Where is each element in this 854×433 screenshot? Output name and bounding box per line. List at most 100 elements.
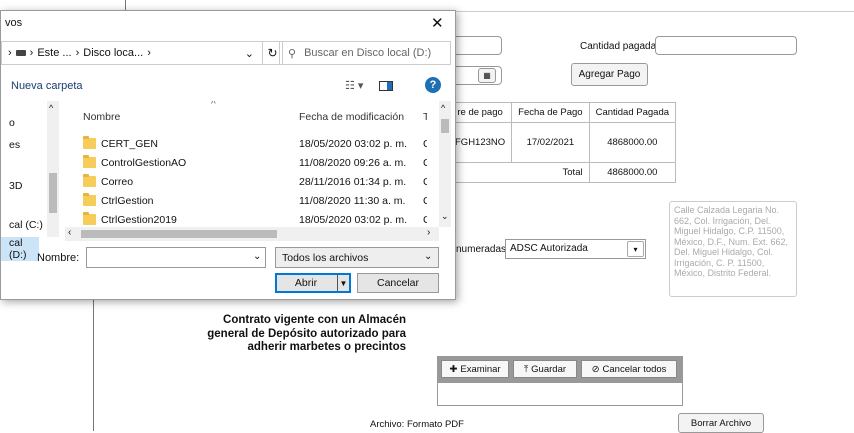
adsc-value: ADSC Autorizada [510,243,588,254]
file-row[interactable]: CtrlGestion 11/08/2020 11:30 a. m. C [71,192,427,211]
horizontal-scrollbar[interactable]: ‹ › [65,227,439,241]
file-row[interactable]: ControlGestionAO 11/08/2020 09:26 a. m. … [71,154,427,173]
file-type: C [423,214,427,226]
search-input[interactable]: ⚲ Buscar en Disco local (D:) [279,41,451,65]
guardar-label: Guardar [531,363,567,375]
scroll-thumb[interactable] [441,119,449,133]
filename-label: Nombre: [37,252,80,264]
chevron-down-icon[interactable]: ▾ [627,241,644,257]
cancelar-todos-button[interactable]: ⊘ Cancelar todos [581,360,677,378]
examinar-label: Examinar [460,363,501,375]
command-bar: Nueva carpeta ☷ ▾ ? [1,73,457,99]
table-cell: 17/02/2021 [511,122,590,163]
search-icon: ⚲ [288,47,297,60]
table-cell: 4868000.00 [588,122,677,163]
file-drop-area[interactable] [437,382,683,406]
address-bar[interactable]: › › Este ... › Disco loca... › ⌄ [1,41,263,65]
cancelar-todos-label: Cancelar todos [602,363,667,375]
chevron-right-icon: › [29,47,34,59]
chevron-right-icon[interactable]: › [427,227,430,238]
chevron-down-icon[interactable]: ⌄ [253,251,261,262]
divider-line [455,11,854,12]
file-open-dialog: vos ✕ › › Este ... › Disco loca... › ⌄ ↻… [0,10,456,300]
chevron-up-icon[interactable]: ^ [49,103,53,113]
folder-icon [83,212,96,225]
cancel-button[interactable]: Cancelar [357,273,439,293]
back-arrow-icon[interactable]: › [8,47,12,59]
cancel-icon: ⊘ [591,363,600,375]
table-header: Fecha de Pago [511,102,590,123]
address-textarea[interactable]: Calle Calzada Legaria No. 662, Col. Irri… [669,201,797,297]
borrar-archivo-button[interactable]: Borrar Archivo [678,413,764,433]
file-list-scrollbar[interactable]: ^ ⌄ [439,101,451,227]
chevron-right-icon: › [75,47,80,59]
total-value: 4868000.00 [588,162,677,183]
open-label: Abrir [294,277,318,289]
nav-item[interactable]: o [9,117,15,129]
agregar-pago-button[interactable]: Agregar Pago [571,63,648,86]
chevron-down-icon: ⌄ [424,251,433,262]
file-date: 28/11/2016 01:34 p. m. [299,176,407,188]
new-folder-button[interactable]: Nueva carpeta [11,80,83,92]
examinar-button[interactable]: ✚ Examinar [441,360,509,378]
filetype-select[interactable]: Todos los archivos ⌄ [275,247,439,268]
upload-toolbar: ✚ Examinar ⤒ Guardar ⊘ Cancelar todos [437,356,683,382]
file-row[interactable]: CtrlGestion2019 18/05/2020 03:02 p. m. C [71,211,427,227]
file-row[interactable]: Correo 28/11/2016 01:34 p. m. C [71,173,427,192]
file-name: CERT_GEN [101,138,158,150]
view-options-icon[interactable]: ☷ ▾ [345,79,363,92]
table-header: Cantidad Pagada [588,102,677,123]
table-row: FGH123NO 17/02/2021 4868000.00 [447,122,677,163]
file-date: 11/08/2020 09:26 a. m. [299,157,407,169]
table-cell: FGH123NO [447,122,513,163]
filename-input[interactable]: ⌄ [86,247,266,268]
search-placeholder: Buscar en Disco local (D:) [304,47,432,59]
chevron-up-icon[interactable]: ^ [441,103,445,113]
file-name: CtrlGestion2019 [101,214,177,226]
dialog-title: vos [5,17,23,29]
file-type: C [423,176,427,188]
file-name: CtrlGestion [101,195,154,207]
cantidad-pagada-input[interactable] [655,36,797,55]
total-label: Total [511,162,590,183]
calendar-icon[interactable]: ▦ [478,68,496,83]
help-icon[interactable]: ? [425,77,441,93]
file-date: 18/05/2020 03:02 p. m. [299,214,407,226]
breadcrumb-item[interactable]: Disco loca... [83,47,143,59]
nav-item[interactable]: 3D [9,180,22,192]
chevron-down-icon[interactable]: ⌄ [245,47,254,60]
table-row: Total 4868000.00 [447,162,677,183]
folder-icon [83,174,96,187]
file-type: C [423,195,427,207]
column-header-type[interactable]: Ti [423,111,427,127]
open-dropdown-icon[interactable]: ▼ [337,275,349,291]
nav-item[interactable]: cal (C:) [9,219,43,231]
breadcrumb-item[interactable]: Este ... [37,47,71,59]
file-type: C [423,157,427,169]
close-icon[interactable]: ✕ [431,14,444,32]
column-header-name[interactable]: Nombre [83,111,120,127]
folder-icon [83,155,96,168]
nav-item[interactable]: es [9,139,20,151]
guardar-button[interactable]: ⤒ Guardar [513,360,577,378]
scroll-thumb[interactable] [49,173,57,213]
folder-icon [83,193,96,206]
column-header-date[interactable]: Fecha de modificación [299,111,404,127]
adsc-select[interactable]: ADSC Autorizada [505,239,646,259]
chevron-down-icon[interactable]: ⌄ [441,211,449,222]
file-type: C [423,138,427,150]
nav-item-selected[interactable]: cal (D:) [1,237,39,261]
nav-scrollbar[interactable]: ^ [47,101,59,237]
file-name: Correo [101,176,134,188]
archivo-label: Archivo: Formato PDF [370,419,464,430]
chevron-right-icon: › [147,47,151,59]
payments-table: re de pago Fecha de Pago Cantidad Pagada… [447,102,677,183]
file-date: 18/05/2020 03:02 p. m. [299,138,407,150]
filetype-value: Todos los archivos [282,251,369,264]
preview-pane-icon[interactable] [379,81,393,91]
scroll-thumb[interactable] [81,230,277,238]
contrato-label: Contrato vigente con un Almacén general … [207,314,406,353]
plus-icon: ✚ [449,363,458,375]
file-row[interactable]: CERT_GEN 18/05/2020 03:02 p. m. C [71,135,427,154]
chevron-left-icon[interactable]: ‹ [68,227,71,238]
